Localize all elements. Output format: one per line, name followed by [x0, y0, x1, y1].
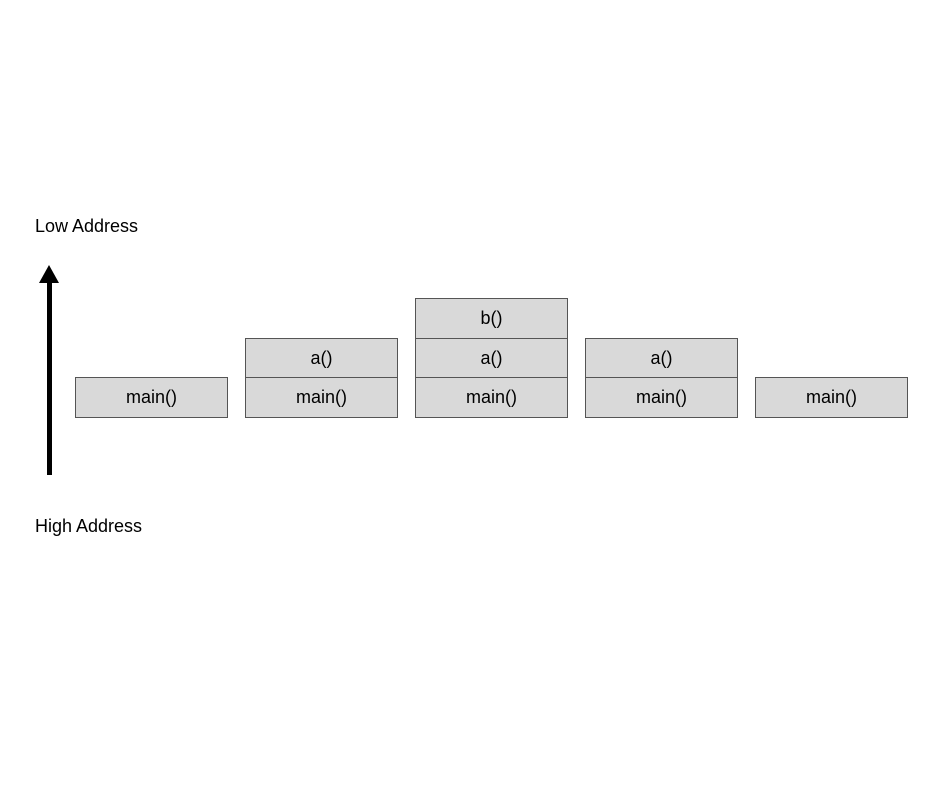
stack-frame: main() [755, 377, 908, 418]
low-address-label: Low Address [35, 216, 138, 237]
stack-2: a() main() [245, 338, 398, 419]
stack-frame: a() [585, 338, 738, 379]
stack-frame: b() [415, 298, 568, 339]
address-arrow [40, 265, 60, 475]
stack-frame: a() [245, 338, 398, 379]
high-address-label: High Address [35, 516, 142, 537]
stack-frame: main() [75, 377, 228, 418]
arrow-line [47, 273, 52, 475]
stack-frame: main() [585, 377, 738, 418]
stack-3: b() a() main() [415, 298, 568, 418]
stack-frame: a() [415, 338, 568, 379]
stack-1: main() [75, 377, 228, 418]
stack-frame: main() [415, 377, 568, 418]
stack-frame: main() [245, 377, 398, 418]
stack-5: main() [755, 377, 908, 418]
stack-4: a() main() [585, 338, 738, 419]
stacks-area: main() a() main() b() a() main() a() mai… [75, 288, 925, 418]
